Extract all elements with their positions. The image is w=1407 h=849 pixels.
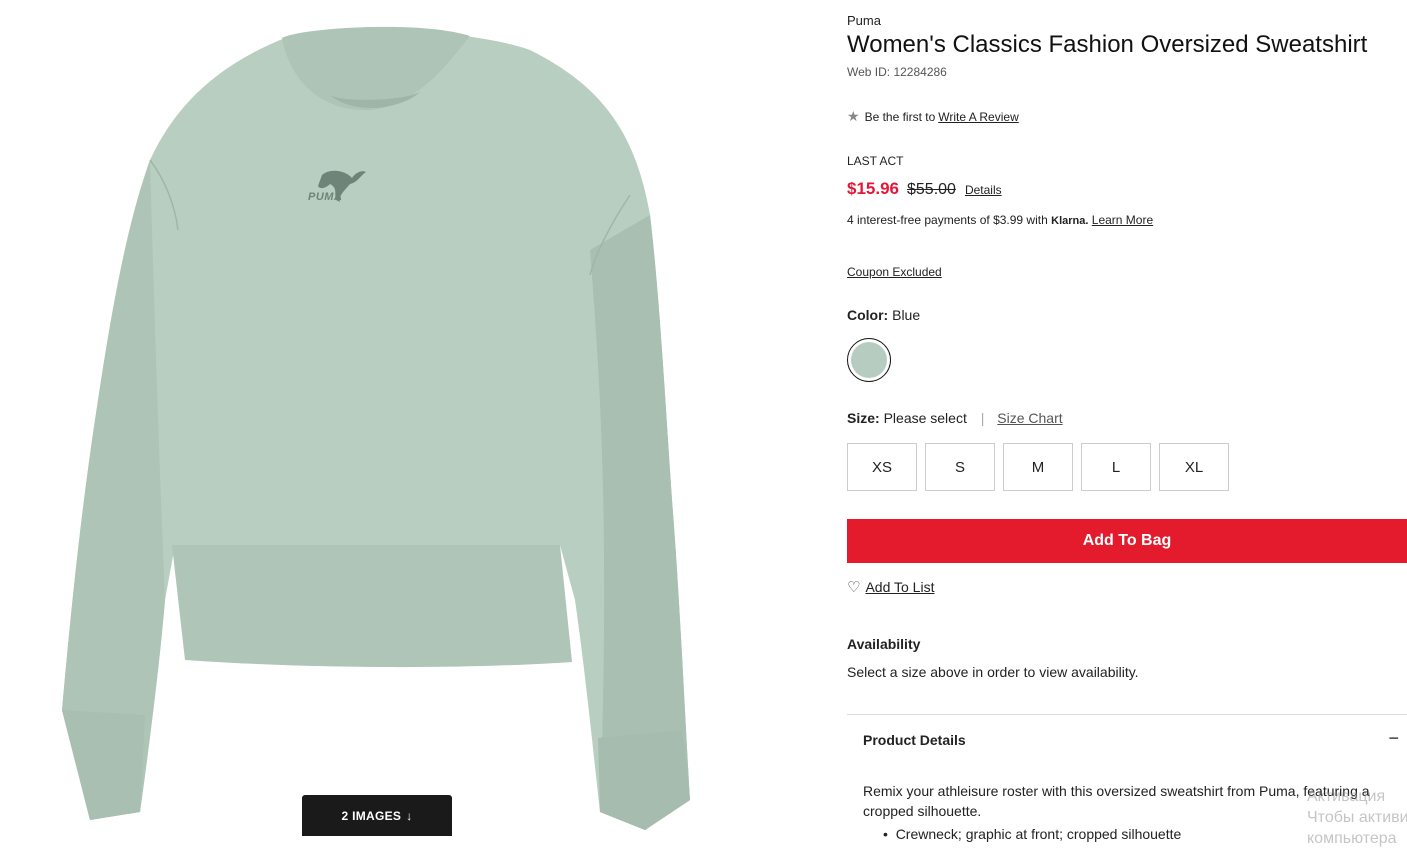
sweatshirt-image	[0, 0, 760, 836]
review-prefix: Be the first to	[864, 109, 936, 124]
availability-text: Select a size above in order to view ava…	[847, 664, 1139, 680]
image-count-label: 2 IMAGES	[341, 808, 402, 823]
size-option-l[interactable]: L	[1081, 443, 1151, 491]
current-price: $15.96	[847, 179, 899, 198]
collapse-icon[interactable]: −	[1388, 728, 1399, 749]
size-value: Please select	[883, 410, 967, 426]
os-activation-watermark: Активация Чтобы активи компьютера	[1307, 786, 1407, 849]
heart-icon: ♡	[847, 579, 861, 596]
size-separator: |	[980, 410, 985, 426]
price-details-link[interactable]: Details	[965, 183, 1002, 197]
product-image-area[interactable]: PUMA 2 IMAGES ↓	[0, 0, 760, 836]
product-detail-bullet: • Crewneck; graphic at front; cropped si…	[883, 826, 1182, 842]
klarna-learn-more-link[interactable]: Learn More	[1092, 213, 1153, 227]
size-options: XS S M L XL	[847, 443, 1229, 491]
review-row: ★ Be the first to Write A Review	[847, 108, 1019, 125]
size-option-xl[interactable]: XL	[1159, 443, 1229, 491]
image-count-button[interactable]: 2 IMAGES ↓	[302, 795, 452, 836]
product-detail-bullet-text: Crewneck; graphic at front; cropped silh…	[895, 826, 1182, 842]
availability-title: Availability	[847, 636, 921, 652]
puma-logo-text: PUMA	[308, 191, 343, 203]
size-label: Size:	[847, 410, 880, 426]
brand-name[interactable]: Puma	[847, 13, 881, 28]
write-review-link[interactable]: Write A Review	[938, 110, 1018, 124]
product-details-header[interactable]: Product Details	[863, 732, 966, 748]
klarna-row: 4 interest-free payments of $3.99 with K…	[847, 213, 1153, 227]
web-id: Web ID: 12284286	[847, 65, 947, 79]
size-option-s[interactable]: S	[925, 443, 995, 491]
klarna-logo: Klarna.	[1051, 215, 1089, 227]
watermark-line-1: Активация	[1307, 788, 1386, 805]
add-to-bag-button[interactable]: Add To Bag	[847, 519, 1407, 563]
size-option-m[interactable]: M	[1003, 443, 1073, 491]
color-label-row: Color: Blue	[847, 307, 920, 323]
watermark-line-2: Чтобы активи	[1307, 809, 1407, 826]
klarna-text: 4 interest-free payments of $3.99 with	[847, 213, 1048, 227]
size-option-xs[interactable]: XS	[847, 443, 917, 491]
add-to-list-label: Add To List	[865, 579, 935, 595]
color-value: Blue	[892, 307, 921, 323]
add-to-list-button[interactable]: ♡ Add To List	[847, 578, 934, 596]
coupon-excluded-link[interactable]: Coupon Excluded	[847, 265, 942, 279]
price-label: LAST ACT	[847, 154, 904, 168]
color-swatch-blue[interactable]	[847, 338, 891, 382]
star-icon: ★	[847, 108, 860, 124]
divider	[847, 714, 1407, 715]
original-price: $55.00	[907, 181, 956, 198]
size-chart-link[interactable]: Size Chart	[997, 410, 1062, 426]
watermark-line-3: компьютера	[1307, 830, 1397, 847]
price-row: $15.96 $55.00 Details	[847, 179, 1002, 199]
product-title: Women's Classics Fashion Oversized Sweat…	[847, 31, 1368, 58]
color-swatch-fill	[851, 342, 887, 378]
color-label: Color:	[847, 307, 889, 323]
size-label-row: Size: Please select | Size Chart	[847, 410, 1063, 426]
arrow-down-icon: ↓	[406, 808, 413, 823]
